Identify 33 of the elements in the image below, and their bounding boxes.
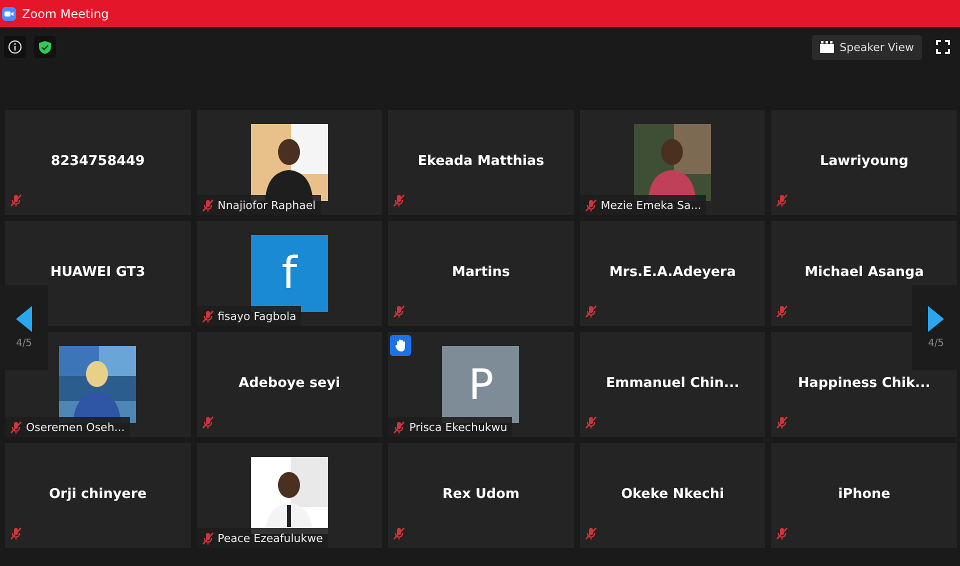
window-title: Zoom Meeting — [22, 6, 109, 20]
participant-name: Martins — [452, 264, 510, 280]
participant-name: Happiness Chik... — [798, 375, 930, 391]
participant-name: HUAWEI GT3 — [50, 264, 146, 280]
profile-avatar: f — [250, 235, 328, 312]
participant-name: iPhone — [838, 486, 890, 502]
speaker-view-button[interactable]: Speaker View — [812, 34, 922, 60]
participant-name: Rex Udom — [442, 486, 520, 502]
shield-icon[interactable] — [34, 36, 56, 58]
participant-name: fisayo Fagbola — [218, 310, 296, 322]
participant-name: Orji chinyere — [48, 486, 147, 502]
participant-name: Mezie Emeka Sa... — [600, 198, 702, 212]
participant-name: Emmanuel Chin... — [606, 375, 740, 391]
left-arrow-icon — [16, 306, 32, 332]
participant-name: Oseremen Oseh... — [26, 420, 125, 434]
page-indicator: 4/5 — [16, 338, 32, 349]
participant-name: Okeke Nkechi — [621, 486, 724, 502]
participant-name: Mrs.E.A.Adeyera — [609, 264, 736, 280]
participant-name: Prisca Ekechukwu — [409, 420, 508, 434]
video-camera-icon — [2, 6, 16, 20]
fullscreen-icon[interactable] — [936, 40, 950, 54]
right-arrow-icon — [928, 306, 944, 332]
participant-name: Adeboye seyi — [238, 375, 340, 391]
initial-avatar: P — [442, 346, 520, 423]
next-page-button[interactable]: 4/5 — [912, 285, 960, 370]
participant-name: Michael Asanga — [804, 264, 924, 280]
participant-name: 8234758449 — [50, 153, 145, 169]
participant-name: Nnajiofor Raphael — [218, 198, 316, 212]
participant-name: Peace Ezeafulukwe — [218, 532, 323, 544]
info-icon[interactable] — [4, 36, 26, 58]
participant-name: Lawriyoung — [820, 153, 908, 169]
page-indicator: 4/5 — [928, 338, 944, 349]
participant-name: Ekeada Matthias — [418, 153, 544, 169]
